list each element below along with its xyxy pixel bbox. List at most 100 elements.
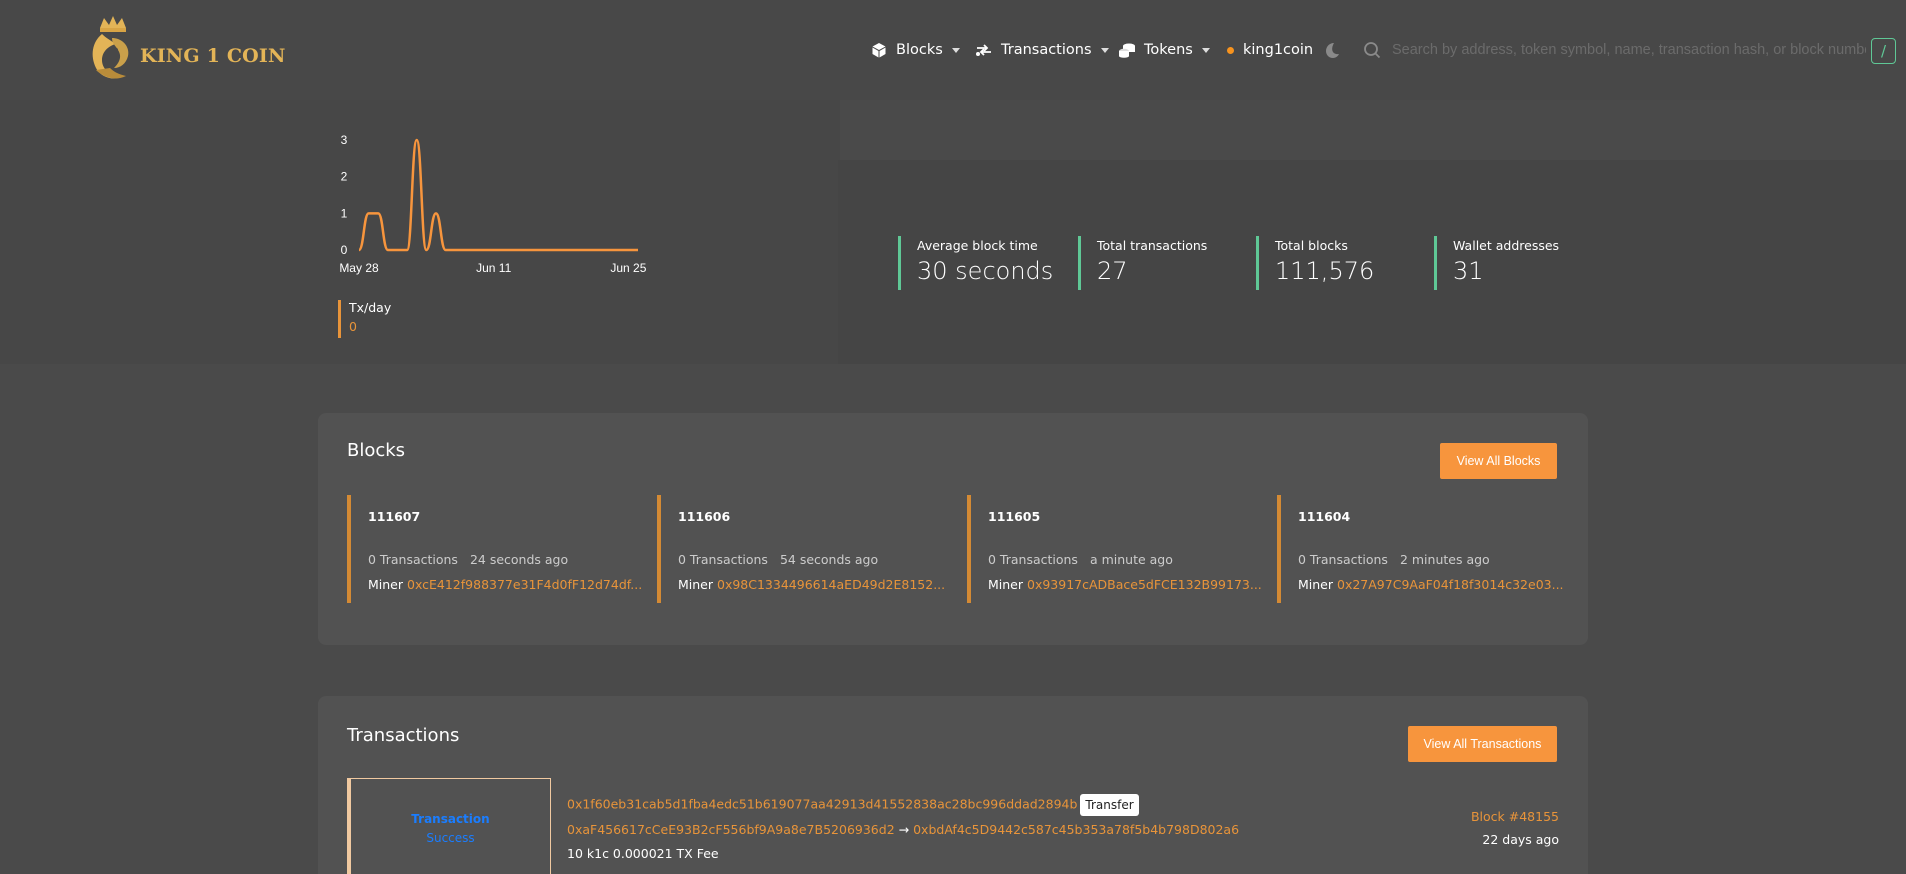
miner-label: Miner: [988, 577, 1024, 592]
transactions-title: Transactions: [347, 725, 460, 746]
data-point: [608, 249, 610, 251]
chevron-down-icon: [1201, 47, 1210, 53]
nav-tokens[interactable]: Tokens: [1118, 38, 1210, 62]
miner-address-link[interactable]: 0x93917cADBace5dFCE132B99173...: [1027, 577, 1262, 592]
legend-label: Tx/day: [349, 300, 392, 315]
block-age: 24 seconds ago: [469, 552, 569, 567]
data-point: [522, 249, 524, 251]
tx-block-link[interactable]: Block #48155: [1471, 809, 1559, 824]
legend-value: 0: [349, 319, 357, 334]
chevron-down-icon: [1100, 47, 1109, 53]
block-age: a minute ago: [1089, 552, 1173, 567]
transactions-arrows-icon: [975, 41, 993, 59]
block-meta: 0 Transactions 24 seconds ago: [368, 552, 617, 567]
chevron-down-icon: [951, 47, 960, 53]
block-number-link[interactable]: 111607: [368, 509, 617, 524]
stat-value: 27: [1097, 257, 1128, 285]
data-point: [541, 249, 543, 251]
block-meta: 0 Transactions a minute ago: [988, 552, 1237, 567]
stat-average-block-time: Average block time 30 seconds: [898, 236, 1053, 290]
stats-card: Average block time 30 seconds Total tran…: [838, 160, 1906, 364]
tx-hash-link[interactable]: 0x1f60eb31cab5d1fba4edc51b619077aa42913d…: [567, 797, 1077, 812]
data-point: [483, 249, 485, 251]
data-point: [627, 249, 629, 251]
block-age: 2 minutes ago: [1399, 552, 1490, 567]
series-line: [357, 138, 638, 252]
x-tick-label: Jun 25: [610, 261, 646, 275]
search-input[interactable]: [1392, 39, 1866, 61]
tx-status-label: Success: [426, 830, 475, 845]
miner-address-link[interactable]: 0xcE412f988377e31F4d0fF12d74df...: [407, 577, 642, 592]
cube-icon: [870, 41, 888, 59]
block-tx-count: 0 Transactions: [368, 552, 458, 567]
stat-total-transactions: Total transactions 27: [1078, 236, 1207, 290]
tx-type-label: Transaction: [411, 811, 490, 826]
data-point: [368, 212, 370, 214]
view-all-blocks-button[interactable]: View All Blocks: [1440, 443, 1557, 479]
block-tile: 111605 0 Transactions a minute ago Miner …: [967, 495, 1262, 603]
block-tile: 111604 0 Transactions 2 minutes ago Miner…: [1277, 495, 1564, 603]
tx-from-address-link[interactable]: 0xaF456617cCeE93B2cF556bf9A9a8e7B5206936…: [567, 822, 895, 837]
tx-age: 22 days ago: [1482, 832, 1559, 847]
data-point: [560, 249, 562, 251]
nav-blocks-label: Blocks: [896, 42, 943, 58]
block-meta: 0 Transactions 54 seconds ago: [678, 552, 927, 567]
block-miner: Miner 0x93917cADBace5dFCE132B99173...: [988, 577, 1262, 592]
miner-address-link[interactable]: 0x98C1334496614aED49d2E8152...: [717, 577, 945, 592]
block-age: 54 seconds ago: [779, 552, 879, 567]
block-tile: 111607 0 Transactions 24 seconds ago Mine…: [347, 495, 642, 603]
nav-transactions[interactable]: Transactions: [975, 38, 1109, 62]
data-point: [550, 249, 552, 251]
tx-per-day-chart: 0 1 2 3 May 28 Jun 11 Jun 25: [339, 133, 646, 275]
nav-blocks[interactable]: Blocks: [870, 38, 960, 62]
tx-type-tag: Transfer: [1080, 794, 1139, 816]
data-point: [406, 249, 408, 251]
tx-status-box: Transaction Success: [347, 778, 551, 874]
block-number-link[interactable]: 111606: [678, 509, 927, 524]
network-label: king1coin: [1243, 42, 1314, 58]
data-point: [416, 139, 418, 141]
tx-amount: 10 k1c 0.000021 TX Fee: [567, 846, 719, 861]
view-all-transactions-button[interactable]: View All Transactions: [1408, 726, 1557, 762]
moon-icon: [1326, 43, 1339, 58]
data-point: [512, 249, 514, 251]
data-point: [493, 249, 495, 251]
theme-toggle[interactable]: [1323, 38, 1341, 62]
block-miner: Miner 0x98C1334496614aED49d2E8152...: [678, 577, 945, 592]
data-point: [570, 249, 572, 251]
search-shortcut-key: /: [1871, 38, 1896, 64]
arrow-right-icon: →: [898, 822, 910, 837]
search-button[interactable]: [1363, 38, 1381, 62]
stat-label: Average block time: [917, 238, 1038, 253]
data-point: [358, 249, 360, 251]
block-tile: 111606 0 Transactions 54 seconds ago Mine…: [657, 495, 945, 603]
data-point: [599, 249, 601, 251]
tx-hash-row: 0x1f60eb31cab5d1fba4edc51b619077aa42913d…: [567, 794, 1139, 816]
blocks-card: Blocks View All Blocks 111607 0 Transact…: [318, 413, 1588, 645]
data-point: [454, 249, 456, 251]
blocks-title: Blocks: [347, 440, 406, 461]
tx-to-address-link[interactable]: 0xbdAf4c5D9442c587c45b353a78f5b4b798D802…: [913, 822, 1239, 837]
block-miner: Miner 0x27A97C9AaF04f18f3014c32e03...: [1298, 577, 1564, 592]
stat-value: 30 seconds: [917, 257, 1054, 285]
stat-value: 111,576: [1275, 257, 1375, 285]
tx-block-info: Block #48155 22 days ago: [1471, 809, 1559, 847]
stat-wallet-addresses: Wallet addresses 31: [1434, 236, 1559, 290]
block-tx-count: 0 Transactions: [1298, 552, 1388, 567]
network-selector[interactable]: king1coin: [1227, 38, 1313, 62]
miner-label: Miner: [368, 577, 404, 592]
block-number-link[interactable]: 111605: [988, 509, 1237, 524]
block-tx-count: 0 Transactions: [678, 552, 768, 567]
search-icon: [1364, 42, 1381, 59]
block-meta: 0 Transactions 2 minutes ago: [1298, 552, 1547, 567]
network-status-dot: [1227, 46, 1234, 54]
block-number-link[interactable]: 111604: [1298, 509, 1547, 524]
miner-label: Miner: [1298, 577, 1334, 592]
y-tick-label: 1: [341, 206, 348, 220]
data-point: [637, 249, 639, 251]
miner-address-link[interactable]: 0x27A97C9AaF04f18f3014c32e03...: [1337, 577, 1564, 592]
data-point: [531, 249, 533, 251]
nav-tokens-label: Tokens: [1144, 42, 1193, 58]
stat-value: 31: [1453, 257, 1484, 285]
data-point: [387, 249, 389, 251]
